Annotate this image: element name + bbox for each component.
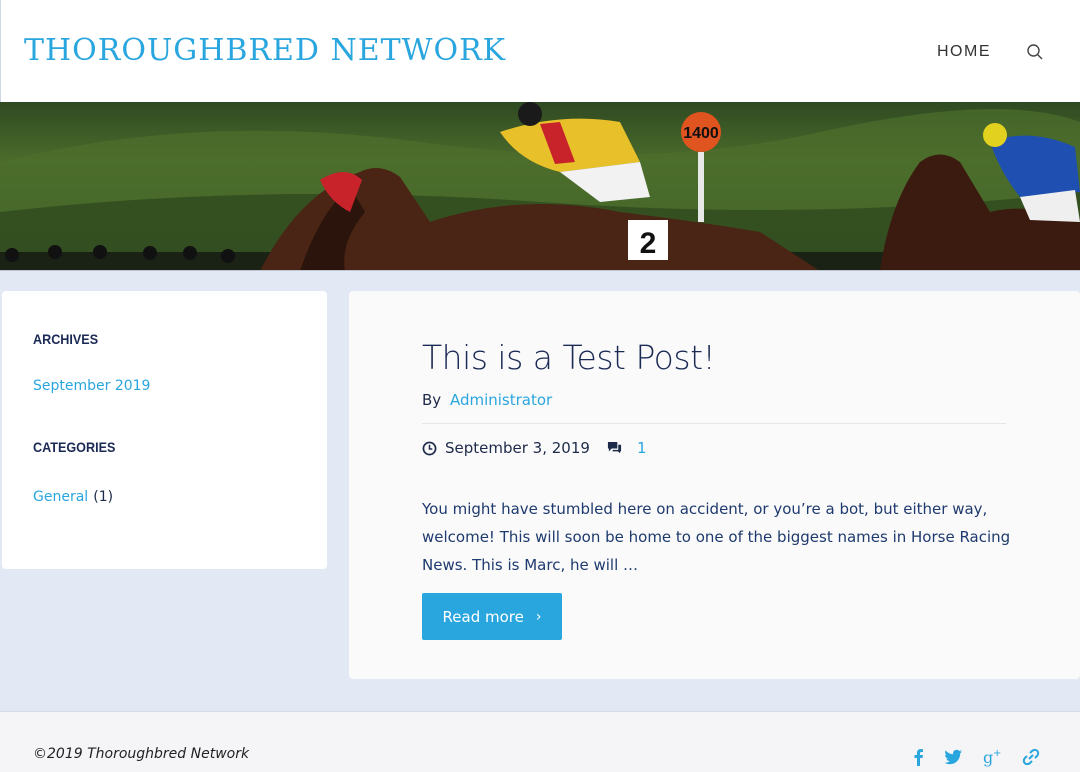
byline-prefix: By — [422, 391, 442, 409]
copyright-text: ©2019 Thoroughbred Network — [33, 746, 250, 762]
site-footer: ©2019 Thoroughbred Network g + — [0, 711, 1080, 772]
saddle-number: 2 — [640, 227, 657, 260]
post-card: This is a Test Post! By Administrator Se… — [349, 291, 1080, 679]
category-item-general: General (1) — [33, 486, 113, 505]
post-date: September 3, 2019 — [445, 439, 590, 457]
hero-banner: 1400 2 — [0, 102, 1080, 271]
svg-text:g: g — [983, 748, 993, 767]
category-link-general[interactable]: General — [33, 489, 88, 505]
svg-text:+: + — [993, 748, 1001, 759]
site-title[interactable]: THOROUGHBRED NETWORK — [24, 33, 506, 68]
comment-count-link[interactable]: 1 — [637, 439, 647, 457]
sidebar: ARCHIVES September 2019 CATEGORIES Gener… — [2, 291, 327, 569]
read-more-label: Read more — [442, 607, 524, 626]
post-byline: By Administrator — [422, 391, 552, 409]
distance-marker-label: 1400 — [683, 125, 719, 142]
link-icon[interactable] — [1020, 746, 1042, 768]
archives-heading: ARCHIVES — [33, 331, 99, 347]
search-icon[interactable] — [1026, 43, 1044, 61]
twitter-icon[interactable] — [942, 746, 964, 768]
chevron-right-icon: › — [535, 608, 542, 625]
post-meta: September 3, 2019 1 — [422, 439, 646, 457]
post-title[interactable]: This is a Test Post! — [422, 338, 716, 377]
comments-icon[interactable] — [606, 441, 623, 456]
google-plus-icon[interactable]: g + — [982, 746, 1004, 768]
facebook-icon[interactable] — [908, 746, 930, 768]
nav-home-link[interactable]: HOME — [937, 43, 991, 61]
archive-link-september-2019[interactable]: September 2019 — [33, 378, 150, 394]
divider — [422, 423, 1006, 424]
site-header: THOROUGHBRED NETWORK HOME — [0, 0, 1080, 102]
author-link[interactable]: Administrator — [450, 391, 552, 409]
post-excerpt: You might have stumbled here on accident… — [422, 500, 1011, 574]
read-more-button[interactable]: Read more › — [422, 593, 562, 640]
clock-icon — [422, 441, 437, 455]
category-count: (1) — [93, 489, 114, 505]
horse-racing-image: 1400 2 — [0, 102, 1080, 270]
categories-heading: CATEGORIES — [33, 439, 116, 455]
